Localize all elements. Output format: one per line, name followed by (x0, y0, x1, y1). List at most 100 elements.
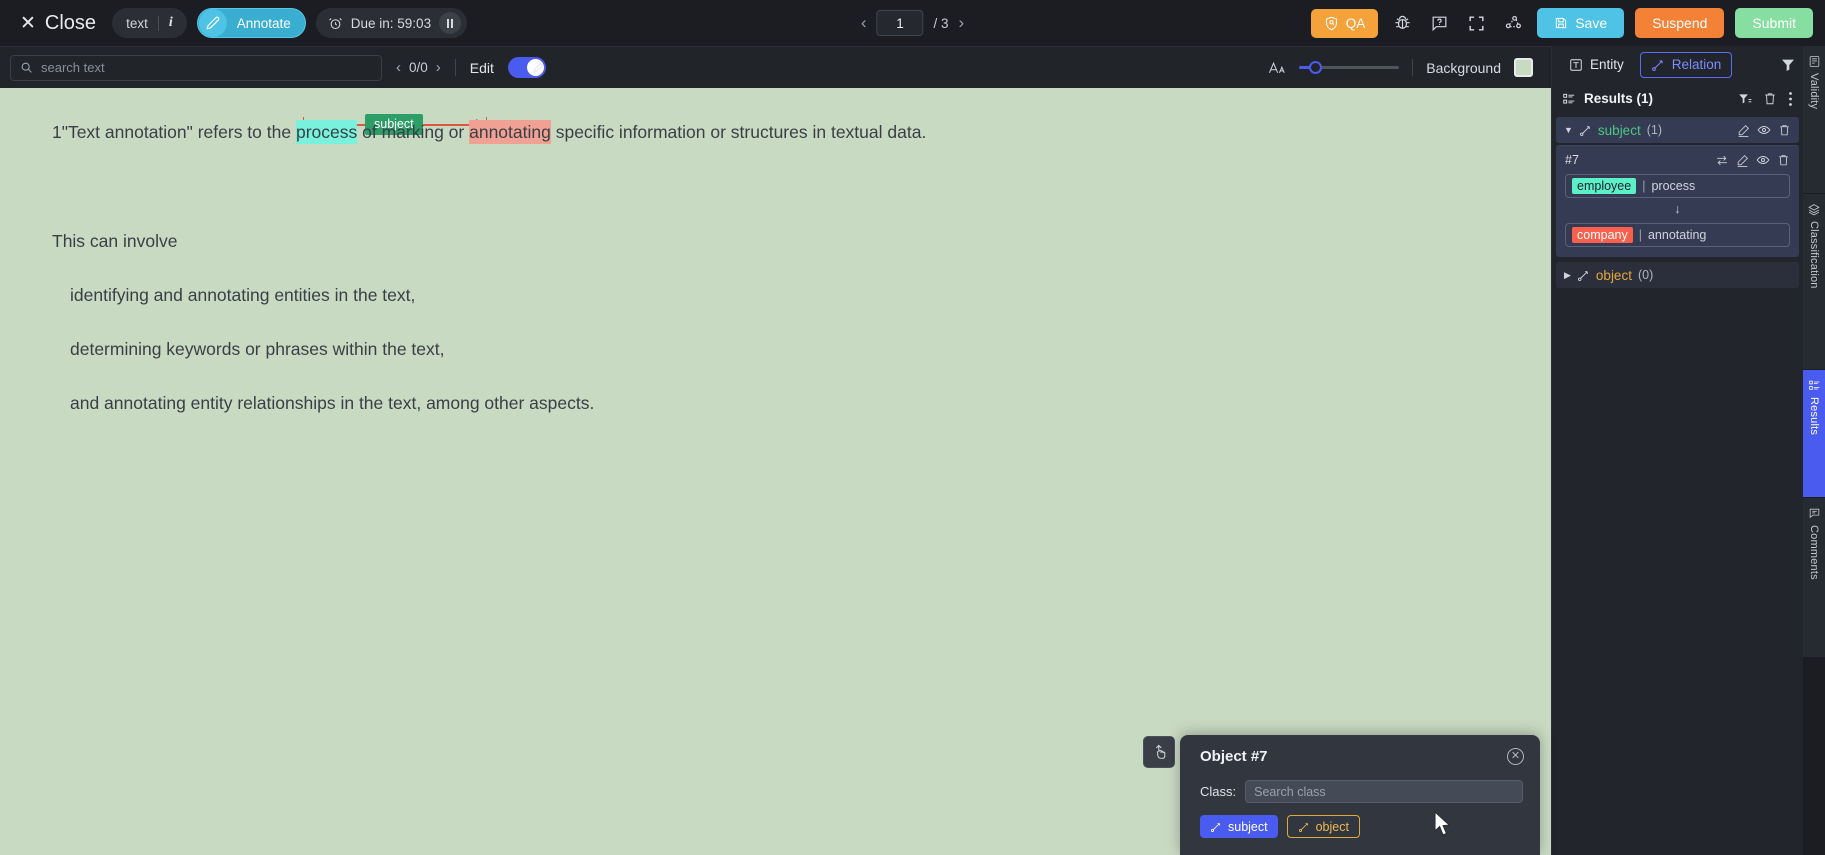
info-icon[interactable]: i (169, 15, 173, 31)
document-line-3[interactable]: identifying and annotating entities in t… (70, 286, 415, 305)
fullscreen-icon[interactable] (1463, 10, 1489, 36)
object-dialog-title: Object #7 (1200, 748, 1268, 765)
relation-icon (1579, 124, 1592, 137)
line1-suffix: specific information or structures in te… (550, 122, 927, 142)
visibility-icon[interactable] (1756, 153, 1770, 167)
submit-button[interactable]: Submit (1735, 8, 1813, 38)
class-label: Class: (1200, 784, 1237, 799)
qa-button[interactable]: QA (1310, 8, 1379, 38)
edit-icon[interactable] (1737, 124, 1750, 137)
slider-knob[interactable] (1309, 61, 1323, 74)
submit-label: Submit (1752, 15, 1796, 31)
background-color-swatch[interactable] (1514, 58, 1533, 77)
slider-track[interactable] (1299, 61, 1400, 74)
separator: | (1638, 228, 1642, 242)
swap-direction-icon[interactable] (1715, 154, 1729, 167)
results-delete-icon[interactable] (1763, 91, 1777, 106)
chip-object[interactable]: object (1286, 815, 1360, 838)
edit-icon[interactable] (1736, 154, 1749, 167)
source-node-text: process (1651, 179, 1696, 193)
mouse-pointer (1434, 811, 1453, 838)
results-header: Results (1) (1552, 83, 1803, 114)
relation-target-node[interactable]: company | annotating (1565, 223, 1790, 247)
results-actions (1738, 91, 1793, 107)
filter-icon[interactable] (1780, 57, 1796, 73)
document-line-5[interactable]: and annotating entity relationships in t… (70, 394, 594, 413)
top-right-actions: QA Save Suspend Submit (1310, 8, 1813, 38)
search-box[interactable] (10, 54, 382, 81)
save-label: Save (1575, 15, 1608, 31)
right-panel: Entity Relation Results (1) ▼ subject (1… (1551, 46, 1803, 855)
chevron-right-icon[interactable]: ▶ (1564, 270, 1571, 281)
tab-entity[interactable]: Entity (1559, 52, 1634, 78)
document-line-4[interactable]: determining keywords or phrases within t… (70, 340, 444, 359)
next-page-icon[interactable]: › (959, 13, 965, 33)
document-line-2[interactable]: This can involve (52, 232, 177, 251)
results-filter-icon[interactable] (1738, 92, 1752, 106)
tab-relation[interactable]: Relation (1639, 51, 1733, 78)
relation-item-id: #7 (1565, 153, 1579, 167)
results-more-icon[interactable] (1788, 91, 1793, 107)
help-icon[interactable] (1426, 10, 1452, 36)
vtab-results[interactable]: Results (1803, 370, 1825, 498)
group-object[interactable]: ▶ object (0) (1556, 262, 1799, 288)
divider (454, 59, 456, 76)
dialog-drag-handle[interactable] (1143, 736, 1175, 768)
relation-item-actions (1715, 153, 1790, 167)
line1-prefix: 1"Text annotation" refers to the (52, 122, 296, 142)
toolbar-right-controls: Background (1268, 58, 1541, 77)
search-input[interactable] (41, 60, 372, 75)
document-body: subject 1"Text annotation" refers to the… (0, 88, 1551, 837)
pause-button[interactable] (439, 12, 462, 34)
document-type-label: text (126, 15, 148, 31)
tab-relation-label: Relation (1671, 57, 1722, 72)
close-icon[interactable]: ✕ (1507, 748, 1524, 765)
relation-graph-icon[interactable] (1500, 10, 1526, 36)
font-size-slider[interactable] (1299, 61, 1400, 74)
entity-highlight-process[interactable]: process (295, 120, 358, 144)
delete-icon[interactable] (1777, 153, 1790, 167)
due-timer: Due in: 59:03 (315, 8, 468, 38)
group-actions (1737, 123, 1791, 137)
visibility-icon[interactable] (1757, 123, 1771, 137)
document-toolbar: ‹ 0/0 › Edit Background (0, 46, 1551, 88)
page-number-input[interactable]: 1 (876, 10, 924, 36)
comments-icon (1808, 507, 1821, 520)
next-match-icon[interactable]: › (436, 59, 441, 76)
vtab-classification-label: Classification (1808, 221, 1820, 289)
annotate-mode-button[interactable]: Annotate (196, 8, 306, 38)
suspend-button[interactable]: Suspend (1635, 8, 1725, 38)
vtab-comments-label: Comments (1808, 525, 1820, 580)
page-total-label: / 3 (933, 15, 949, 31)
edit-pencil-icon (533, 62, 544, 73)
relation-source-node[interactable]: employee | process (1565, 174, 1790, 198)
prev-match-icon[interactable]: ‹ (396, 59, 401, 76)
prev-page-icon[interactable]: ‹ (861, 13, 867, 33)
relation-item-7[interactable]: #7 employee | process ↓ company | annota… (1556, 145, 1799, 257)
qa-label: QA (1345, 15, 1366, 31)
close-button[interactable]: ✕ Close (12, 8, 102, 39)
tab-entity-label: Entity (1590, 57, 1624, 72)
class-search-input[interactable] (1245, 780, 1523, 803)
results-list-icon (1562, 92, 1576, 106)
top-toolbar: ✕ Close text i Annotate Due in: 59:03 ‹ … (0, 0, 1825, 46)
validity-icon (1808, 55, 1821, 68)
document-line-1[interactable]: 1"Text annotation" refers to the process… (52, 120, 927, 144)
edit-toggle[interactable] (507, 57, 546, 78)
vtab-validity[interactable]: Validity (1803, 46, 1825, 194)
relation-icon (1577, 269, 1590, 282)
save-button[interactable]: Save (1537, 8, 1625, 38)
document-type-pill[interactable]: text i (112, 8, 187, 38)
vtab-comments[interactable]: Comments (1803, 498, 1825, 658)
entity-highlight-annotating[interactable]: annotating (469, 120, 551, 144)
group-subject-label: subject (1597, 122, 1641, 138)
delete-icon[interactable] (1778, 123, 1791, 137)
vtab-classification[interactable]: Classification (1803, 194, 1825, 370)
group-subject[interactable]: ▼ subject (1) (1556, 117, 1799, 143)
line1-middle: of marking or (357, 122, 470, 142)
chevron-down-icon[interactable]: ▼ (1564, 125, 1573, 135)
group-object-count: (0) (1637, 268, 1654, 282)
chip-subject[interactable]: subject (1200, 815, 1278, 838)
close-label: Close (44, 11, 97, 34)
bug-icon[interactable] (1389, 10, 1415, 36)
